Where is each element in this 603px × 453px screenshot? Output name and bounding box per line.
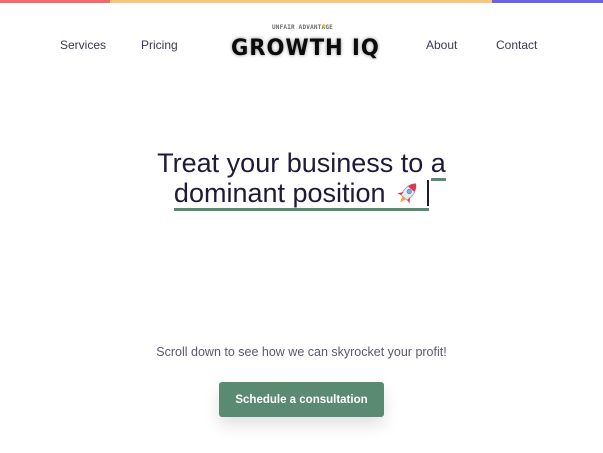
rocket-icon (397, 183, 417, 204)
sparkle-icon: ✦ (321, 23, 327, 30)
hero-headline-highlight: a (430, 148, 446, 181)
hero-section: Treat your business to a dominant positi… (0, 148, 603, 211)
logo-wordmark: GROWTH IQ (231, 36, 380, 61)
hero-headline-line2: dominant position (173, 178, 386, 208)
nav-link-contact[interactable]: Contact (496, 38, 537, 52)
schedule-consultation-button[interactable]: Schedule a consultation (219, 382, 384, 417)
main-navigation: Services Pricing UNFAIR ADVANTAGE ✦ GROW… (0, 0, 603, 90)
hero-headline: Treat your business to a dominant positi… (0, 148, 603, 211)
nav-link-pricing[interactable]: Pricing (141, 38, 178, 52)
nav-link-services[interactable]: Services (60, 38, 106, 52)
hero-subtext: Scroll down to see how we can skyrocket … (156, 345, 447, 359)
site-logo[interactable]: UNFAIR ADVANTAGE ✦ GROWTH IQ (228, 22, 379, 68)
nav-link-about[interactable]: About (426, 38, 457, 52)
typing-cursor (427, 180, 430, 206)
hero-headline-line2-wrap: dominant position (173, 178, 430, 211)
hero-headline-line1: Treat your business to (157, 148, 431, 178)
